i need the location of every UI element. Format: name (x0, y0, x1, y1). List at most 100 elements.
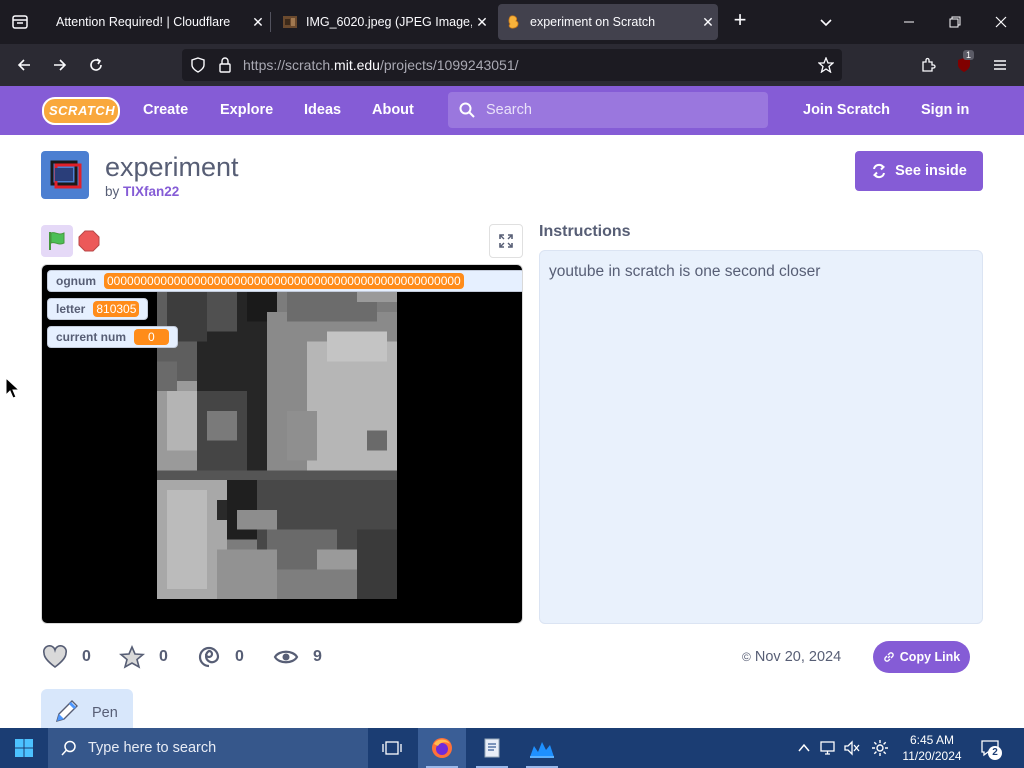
link-icon (884, 652, 894, 662)
search-icon (61, 740, 76, 756)
project-author-line: by TIXfan22 (105, 184, 179, 199)
star-icon (119, 645, 145, 669)
tab-scratch-active[interactable]: experiment on Scratch ✕ (498, 4, 718, 40)
remix-arrows-icon (873, 163, 886, 179)
join-scratch-link[interactable]: Join Scratch (803, 102, 890, 118)
project-title: experiment (105, 152, 239, 182)
monitor-value: 0 (134, 329, 169, 345)
monitor-value: 0000000000000000000000000000000000000000… (104, 273, 464, 289)
nav-explore[interactable]: Explore (220, 102, 273, 118)
chevron-down-icon (820, 19, 832, 27)
network-icon (820, 741, 835, 755)
puzzle-icon (922, 57, 936, 72)
reload-button[interactable] (83, 52, 109, 78)
heart-icon (43, 645, 67, 669)
list-all-tabs-button[interactable] (814, 10, 838, 34)
tray-settings[interactable] (870, 738, 890, 758)
monitor-label: current num (56, 330, 127, 344)
task-view-icon (382, 741, 402, 755)
by-label: by (105, 184, 120, 199)
see-inside-button[interactable]: See inside (855, 151, 983, 191)
instructions-box: youtube in scratch is one second closer (539, 250, 983, 624)
tab-close-button[interactable]: ✕ (698, 12, 718, 32)
sign-in-link[interactable]: Sign in (921, 102, 969, 118)
restore-button[interactable] (940, 8, 970, 36)
eye-icon (273, 650, 299, 664)
firefox-icon (432, 738, 452, 758)
search-input[interactable] (486, 92, 756, 128)
favorite-stat[interactable]: 0 (119, 645, 168, 669)
shared-date: © Nov 20, 2024 (742, 649, 841, 665)
url-path: /projects/1099243051/ (379, 57, 519, 73)
notification-count: 2 (988, 746, 1002, 760)
view-count: 9 (313, 648, 322, 665)
minimize-button[interactable] (894, 8, 924, 36)
scratch-logo-text: SCRATCH (49, 103, 116, 118)
firefox-view-icon (12, 15, 28, 29)
taskbar-search-box[interactable]: Type here to search (48, 728, 368, 768)
restore-icon (949, 16, 961, 28)
taskbar-firefox[interactable] (418, 728, 466, 768)
pen-extension-card[interactable]: Pen (41, 689, 133, 733)
windows-logo-icon (15, 739, 33, 757)
taskbar-app-chart[interactable] (518, 728, 566, 768)
green-flag-button[interactable] (41, 225, 73, 257)
task-view-button[interactable] (368, 728, 416, 768)
stop-button[interactable] (78, 230, 100, 252)
tab-title: IMG_6020.jpeg (JPEG Image, 45 (306, 15, 472, 29)
instructions-text: youtube in scratch is one second closer (549, 263, 821, 280)
shield-icon[interactable] (190, 57, 206, 73)
url-bar[interactable]: https://scratch.mit.edu/projects/1099243… (182, 49, 842, 81)
nav-ideas[interactable]: Ideas (304, 102, 341, 118)
variable-monitor-current-num[interactable]: current num 0 (47, 326, 178, 348)
ublock-button[interactable]: 1 (951, 50, 977, 78)
browser-navbar: https://scratch.mit.edu/projects/1099243… (0, 44, 1024, 86)
author-link[interactable]: TIXfan22 (123, 184, 179, 199)
app-menu-button[interactable] (987, 52, 1013, 78)
close-icon (995, 16, 1007, 28)
close-window-button[interactable] (986, 8, 1016, 36)
extension-badge: 1 (963, 50, 975, 60)
taskbar-clock[interactable]: 6:45 AM 11/20/2024 (896, 732, 968, 764)
copy-link-button[interactable]: Copy Link (873, 641, 970, 673)
tab-list-button[interactable] (6, 8, 34, 36)
project-stage[interactable]: ognum 0000000000000000000000000000000000… (41, 264, 523, 624)
tray-volume[interactable] (842, 738, 862, 758)
browser-tab-strip: Attention Required! | Cloudflare ✕ IMG_6… (0, 0, 1024, 44)
reload-icon (90, 58, 102, 71)
views-stat: 9 (273, 645, 322, 669)
notification-center-button[interactable]: 2 (978, 738, 1002, 760)
new-tab-button[interactable]: + (728, 9, 752, 33)
scratch-favicon-icon (508, 15, 519, 29)
taskbar-search-placeholder: Type here to search (88, 740, 217, 756)
taskbar-notepad[interactable] (468, 728, 516, 768)
monitor-value: 810305 (93, 301, 140, 317)
back-arrow-icon (17, 59, 30, 71)
back-button[interactable] (11, 52, 37, 78)
start-button[interactable] (0, 728, 48, 768)
fullscreen-button[interactable] (489, 224, 523, 258)
project-thumbnail[interactable] (41, 151, 89, 199)
tab-close-button[interactable]: ✕ (248, 12, 268, 32)
lock-icon[interactable] (218, 57, 232, 73)
variable-monitor-letter[interactable]: letter 810305 (47, 298, 149, 320)
nav-about[interactable]: About (372, 102, 414, 118)
tab-image[interactable]: IMG_6020.jpeg (JPEG Image, 45 ✕ (274, 4, 492, 40)
nav-create[interactable]: Create (143, 102, 188, 118)
variable-monitor-ognum[interactable]: ognum 0000000000000000000000000000000000… (47, 270, 522, 292)
windows-taskbar: Type here to search 6:45 AM 11/20/2024 2 (0, 728, 1024, 768)
tray-overflow-button[interactable] (794, 738, 814, 758)
url-text[interactable]: https://scratch.mit.edu/projects/1099243… (243, 57, 519, 73)
love-stat[interactable]: 0 (42, 645, 91, 669)
tab-close-button[interactable]: ✕ (472, 12, 492, 32)
copyright-icon: © (742, 650, 751, 664)
tab-cloudflare[interactable]: Attention Required! | Cloudflare ✕ (42, 4, 268, 40)
forward-button[interactable] (47, 52, 73, 78)
bookmark-star-icon[interactable] (818, 57, 834, 73)
extensions-button[interactable] (915, 52, 941, 78)
forward-arrow-icon (54, 59, 67, 71)
notepad-icon (484, 738, 500, 758)
tray-network[interactable] (818, 738, 838, 758)
minimize-icon (904, 21, 914, 23)
scratch-header: SCRATCH Create Explore Ideas About Join … (0, 86, 1024, 135)
